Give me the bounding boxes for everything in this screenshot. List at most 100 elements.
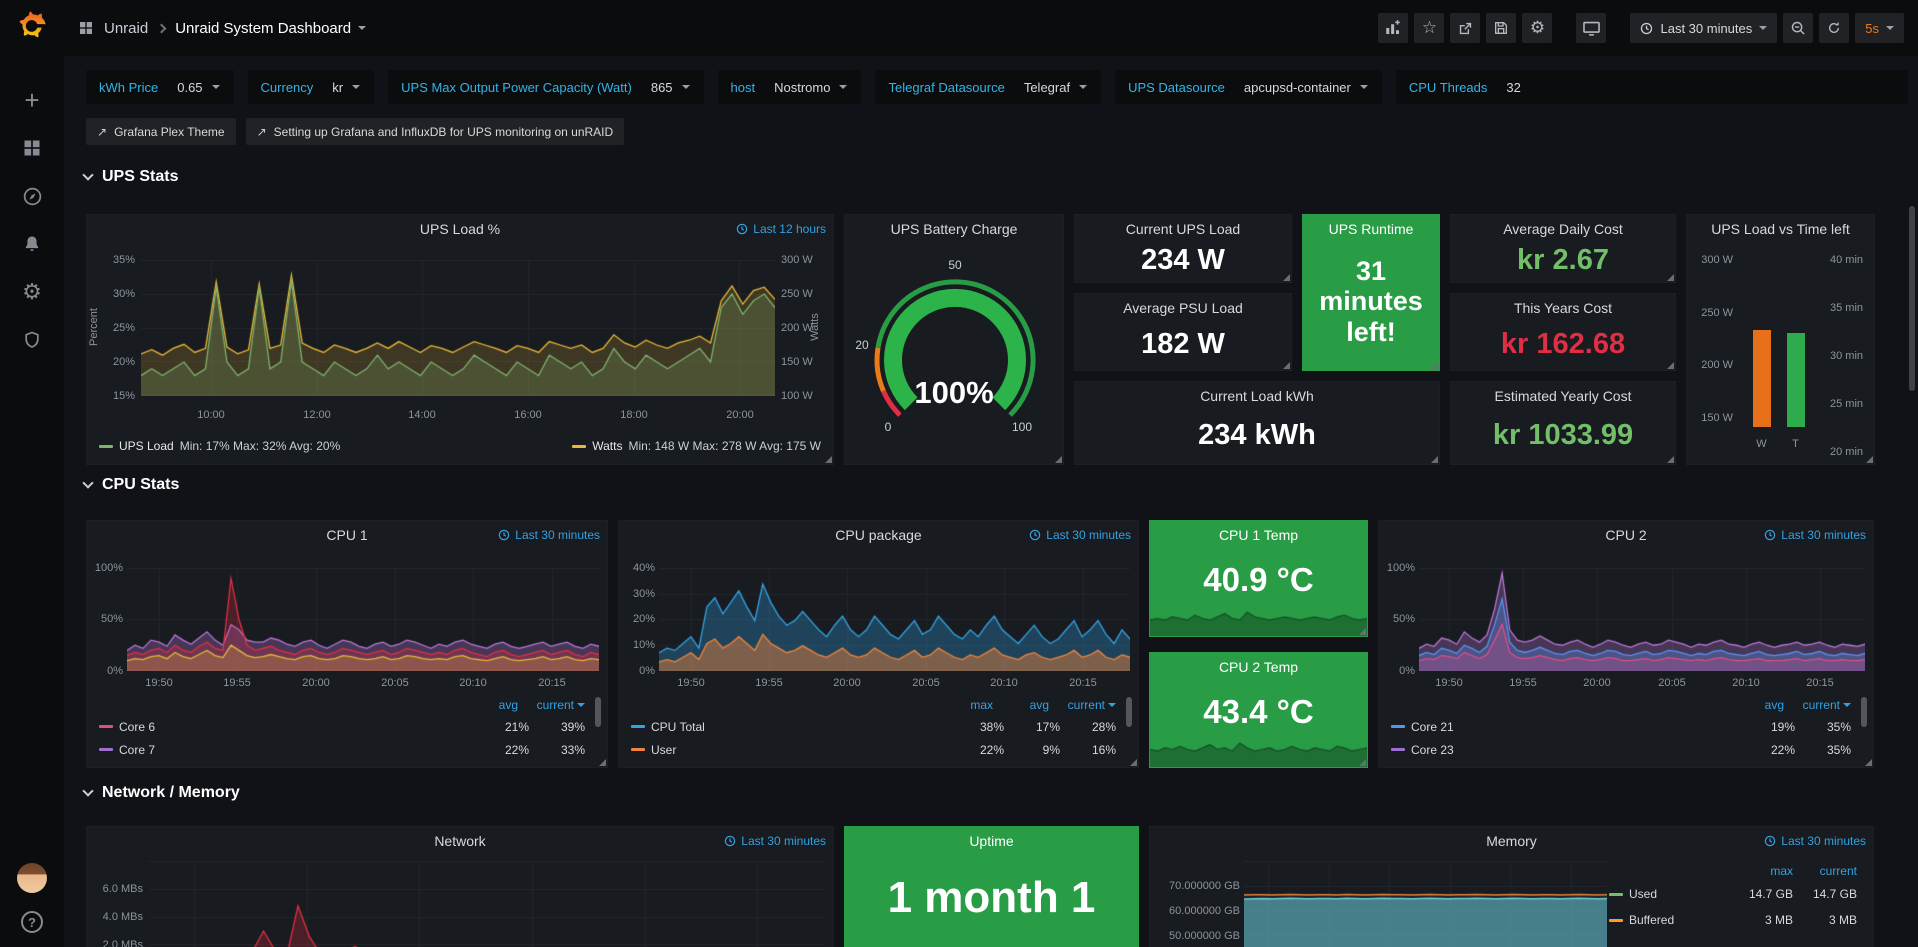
legend-header: max current <box>1609 861 1857 881</box>
help-button[interactable]: ? <box>21 911 43 933</box>
dashboards-icon <box>22 138 42 158</box>
x-tick: 19:50 <box>1435 677 1463 689</box>
save-button[interactable] <box>1486 13 1516 43</box>
legend-scrollbar[interactable] <box>1126 697 1132 727</box>
legend-table: max current Used 14.7 GB 14.7 GB Buffere… <box>1609 861 1857 933</box>
row-header-cpu-stats[interactable]: CPU Stats <box>84 476 179 494</box>
row-header-network-memory[interactable]: Network / Memory <box>84 784 240 802</box>
network-chart[interactable] <box>149 861 825 947</box>
panel-title[interactable]: Network <box>434 833 485 849</box>
legend-scrollbar[interactable] <box>1861 697 1867 727</box>
legend-column-header[interactable]: avg <box>1728 698 1784 712</box>
cycle-view-button[interactable] <box>1576 13 1606 43</box>
create-button[interactable]: + <box>12 80 52 120</box>
panel-title[interactable]: This Years Cost <box>1514 300 1612 316</box>
star-icon: ☆ <box>1422 18 1437 38</box>
panel-title[interactable]: UPS Load % <box>420 221 500 237</box>
breadcrumb-app[interactable]: Unraid <box>104 20 148 37</box>
star-button[interactable]: ☆ <box>1414 13 1444 43</box>
legend-row[interactable]: Core 6 21% 39% <box>99 715 585 738</box>
legend-column-header[interactable]: avg <box>462 698 518 712</box>
configuration-button[interactable]: ⚙ <box>12 272 52 312</box>
legend-column-header[interactable]: current <box>1049 698 1105 712</box>
panel-time-range[interactable]: Last 30 minutes <box>724 834 826 848</box>
panel-title[interactable]: CPU 2 Temp <box>1219 659 1298 675</box>
panel-title[interactable]: Current UPS Load <box>1126 221 1240 237</box>
cpu-package-chart[interactable] <box>659 568 1130 671</box>
explore-button[interactable] <box>12 176 52 216</box>
panel-ups-runtime: UPS Runtime 31 minutes left! <box>1302 214 1440 371</box>
dashboard-settings-button[interactable]: ⚙ <box>1522 13 1552 43</box>
panel-title[interactable]: Average Daily Cost <box>1503 221 1623 237</box>
legend-row[interactable]: User 22% 9% 16% <box>631 738 1116 761</box>
link-grafana-plex-theme[interactable]: ↗ Grafana Plex Theme <box>86 118 236 145</box>
bar-chart[interactable] <box>1735 260 1822 427</box>
cpu2-chart[interactable] <box>1419 568 1865 671</box>
variable-value-dropdown[interactable]: Nostromo <box>764 74 857 100</box>
panel-time-range[interactable]: Last 12 hours <box>736 222 826 236</box>
cpu-threads-input[interactable] <box>1496 74 1904 100</box>
legend-column-header[interactable]: max <box>937 698 993 712</box>
legend-column-header[interactable]: current <box>1793 864 1857 878</box>
panel-title[interactable]: Estimated Yearly Cost <box>1495 388 1632 404</box>
refresh-interval-picker[interactable]: 5s <box>1855 13 1904 43</box>
legend-row[interactable]: CPU Total 38% 17% 28% <box>631 715 1116 738</box>
panel-title[interactable]: UPS Runtime <box>1329 221 1414 237</box>
panel-title[interactable]: CPU package <box>835 527 921 543</box>
scrollbar-thumb[interactable] <box>1909 206 1915 391</box>
legend-row[interactable]: Core 21 19% 35% <box>1391 715 1851 738</box>
dashboard-title-dropdown[interactable]: Unraid System Dashboard <box>175 20 366 37</box>
legend-item-ups-load[interactable]: UPS LoadMin: 17% Max: 32% Avg: 20% <box>99 439 340 453</box>
dashboards-button[interactable] <box>12 128 52 168</box>
panel-title[interactable]: Uptime <box>969 833 1013 849</box>
legend-row[interactable]: Used 14.7 GB 14.7 GB <box>1609 881 1857 907</box>
server-admin-button[interactable] <box>12 320 52 360</box>
panel-title[interactable]: Current Load kWh <box>1200 388 1314 404</box>
user-avatar[interactable] <box>17 863 47 893</box>
ups-load-chart[interactable] <box>141 260 775 396</box>
panel-time-range[interactable]: Last 30 minutes <box>1764 528 1866 542</box>
y-tick: 250 W <box>1691 307 1733 319</box>
panel-time-range[interactable]: Last 30 minutes <box>1764 834 1866 848</box>
legend-scrollbar[interactable] <box>595 697 601 727</box>
legend-item-watts[interactable]: WattsMin: 148 W Max: 278 W Avg: 175 W <box>572 439 821 453</box>
grafana-logo[interactable] <box>15 10 49 44</box>
variable-value-dropdown[interactable]: kr <box>322 74 370 100</box>
legend-column-header[interactable]: avg <box>993 698 1049 712</box>
memory-chart[interactable] <box>1244 861 1607 947</box>
panel-title[interactable]: CPU 1 <box>326 527 367 543</box>
bar-time-left <box>1787 333 1805 427</box>
gauge-tick: 0 <box>885 420 892 434</box>
share-button[interactable] <box>1450 13 1480 43</box>
legend-column-header[interactable]: current <box>518 698 574 712</box>
variable-value-dropdown[interactable]: 0.65 <box>167 74 229 100</box>
panel-title[interactable]: UPS Load vs Time left <box>1711 221 1850 237</box>
row-header-ups-stats[interactable]: UPS Stats <box>84 168 178 186</box>
legend-row[interactable]: Buffered 3 MB 3 MB <box>1609 907 1857 933</box>
panel-title[interactable]: Memory <box>1486 833 1537 849</box>
apps-grid-icon[interactable] <box>78 20 94 36</box>
cpu1-chart[interactable] <box>127 568 599 671</box>
series-color-swatch <box>99 725 113 728</box>
alerting-button[interactable] <box>12 224 52 264</box>
panel-title[interactable]: CPU 1 Temp <box>1219 527 1298 543</box>
panel-time-range[interactable]: Last 30 minutes <box>1029 528 1131 542</box>
variable-host: host Nostromo <box>718 70 862 104</box>
panel-title[interactable]: Average PSU Load <box>1123 300 1243 316</box>
add-panel-button[interactable] <box>1378 13 1408 43</box>
link-ups-monitoring-guide[interactable]: ↗ Setting up Grafana and InfluxDB for UP… <box>246 118 625 145</box>
legend-row[interactable]: Core 7 22% 33% <box>99 738 585 761</box>
refresh-button[interactable] <box>1819 13 1849 43</box>
legend-column-header[interactable]: max <box>1729 864 1793 878</box>
variable-value-dropdown[interactable]: Telegraf <box>1014 74 1097 100</box>
variable-value-dropdown[interactable]: apcupsd-container <box>1234 74 1378 100</box>
legend-row[interactable]: Core 23 22% 35% <box>1391 738 1851 761</box>
panel-title[interactable]: CPU 2 <box>1605 527 1646 543</box>
y-tick: 70.000000 GB <box>1152 880 1240 892</box>
time-range-picker[interactable]: Last 30 minutes <box>1630 13 1777 43</box>
panel-title[interactable]: UPS Battery Charge <box>891 221 1018 237</box>
legend-column-header[interactable]: current <box>1784 698 1840 712</box>
panel-time-range[interactable]: Last 30 minutes <box>498 528 600 542</box>
variable-value-dropdown[interactable]: 865 <box>641 74 700 100</box>
zoom-out-button[interactable] <box>1783 13 1813 43</box>
